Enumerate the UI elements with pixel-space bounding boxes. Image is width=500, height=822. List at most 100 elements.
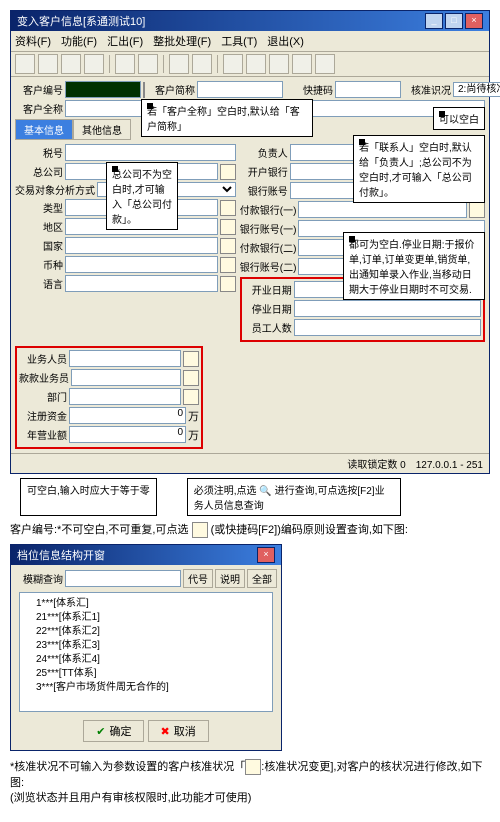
col-a-btn[interactable]: 代号 xyxy=(183,569,213,588)
status-label: 核准识况 xyxy=(403,82,451,97)
toolbar-btn[interactable] xyxy=(15,54,35,74)
toolbar-btn[interactable] xyxy=(246,54,266,74)
toolbar-btn[interactable] xyxy=(84,54,104,74)
lock-label: 读取锁定数 xyxy=(347,460,397,471)
tree-item[interactable]: 25***[TT体系] xyxy=(24,667,268,681)
status-change-icon xyxy=(245,759,261,775)
lookup-icon[interactable] xyxy=(220,164,236,180)
lookup-icon[interactable] xyxy=(220,257,236,273)
toolbar-btn[interactable] xyxy=(223,54,243,74)
statusbar: 读取锁定数 0 127.0.0.1 - 251 xyxy=(11,453,489,473)
menu-func[interactable]: 功能(F) xyxy=(61,33,97,49)
quickcode-input[interactable] xyxy=(335,81,401,98)
txbal-label: 交易对象分析方式 xyxy=(15,182,95,197)
cust-full-label: 客户全称 xyxy=(15,101,63,116)
collector-input[interactable] xyxy=(71,369,181,386)
menu-file[interactable]: 资料(F) xyxy=(15,33,51,49)
tree-item[interactable]: 24***[体系汇4] xyxy=(24,653,268,667)
cancel-icon[interactable] xyxy=(192,54,212,74)
dept-input[interactable] xyxy=(69,388,181,405)
tax-input[interactable] xyxy=(65,144,236,161)
lookup-icon[interactable] xyxy=(143,82,145,98)
toolbar-btn[interactable] xyxy=(269,54,289,74)
code-tree[interactable]: 1***[体系汇] 21***[体系汇1] 22***[体系汇2] 23***[… xyxy=(19,592,273,712)
save-icon[interactable] xyxy=(169,54,189,74)
nation-label: 国家 xyxy=(15,238,63,253)
callout-hq: 总公司不为空白时,才可输入「总公司付款」。 xyxy=(106,162,178,230)
menu-export[interactable]: 汇出(F) xyxy=(107,33,143,49)
tree-item[interactable]: 1***[体系汇] xyxy=(24,597,268,611)
main-window: 变入客户信息[系通测试10] _ □ × 资料(F) 功能(F) 汇出(F) 整… xyxy=(10,10,490,474)
window-titlebar: 变入客户信息[系通测试10] _ □ × xyxy=(11,11,489,31)
tree-item[interactable]: 21***[体系汇1] xyxy=(24,611,268,625)
callout-gte-zero: 可空白,输入时应大于等于零 xyxy=(20,478,157,516)
search-input[interactable] xyxy=(65,570,181,587)
cust-abbr-input[interactable] xyxy=(197,81,283,98)
reg-input[interactable]: 0 xyxy=(69,407,186,424)
unit-label: 万 xyxy=(188,427,199,443)
toolbar-btn[interactable] xyxy=(61,54,81,74)
annual-label: 年营业额 xyxy=(19,427,67,442)
close-icon[interactable]: × xyxy=(257,547,275,563)
tab-other[interactable]: 其他信息 xyxy=(73,119,131,140)
quickcode-label: 快捷码 xyxy=(285,82,333,97)
lookup-icon[interactable] xyxy=(469,202,485,218)
tree-item[interactable]: 3***[客户市场货件周无合作的] xyxy=(24,681,268,695)
nation-input[interactable] xyxy=(65,237,218,254)
contact-label: 负责人 xyxy=(240,145,288,160)
lookup-icon[interactable] xyxy=(220,238,236,254)
cust-no-label: 客户编号 xyxy=(15,82,63,97)
close-icon[interactable]: × xyxy=(465,13,483,29)
callout-blank-ok: 可以空白 xyxy=(433,107,485,130)
toolbar-btn[interactable] xyxy=(315,54,335,74)
person-icon[interactable] xyxy=(183,351,199,367)
cust-abbr-label: 客户简称 xyxy=(147,82,195,97)
sales-label: 业务人员 xyxy=(19,351,67,366)
enddate-input[interactable] xyxy=(294,300,481,317)
minimize-icon[interactable]: _ xyxy=(425,13,443,29)
toolbar xyxy=(11,52,489,77)
lookup-icon[interactable] xyxy=(183,389,199,405)
emp-label: 员工人数 xyxy=(244,320,292,335)
lookup-icon[interactable] xyxy=(220,219,236,235)
tip-cust-no: 客户编号:*不可空白,不可重复,可点选 (或快捷码[F2])编码原则设置查询,如… xyxy=(10,522,490,538)
emp-input[interactable] xyxy=(294,319,481,336)
hq-label: 总公司 xyxy=(15,164,63,179)
tree-item[interactable]: 22***[体系汇2] xyxy=(24,625,268,639)
status-select[interactable]: 2:尚待核准 xyxy=(453,82,500,97)
maximize-icon[interactable]: □ xyxy=(445,13,463,29)
curr-input[interactable] xyxy=(65,256,218,273)
all-btn[interactable]: 全部 xyxy=(247,569,277,588)
toolbar-btn[interactable] xyxy=(38,54,58,74)
tree-item[interactable]: 23***[体系汇3] xyxy=(24,639,268,653)
window-title: 变入客户信息[系通测试10] xyxy=(17,13,145,29)
startdate-label: 开业日期 xyxy=(244,282,292,297)
toolbar-btn[interactable] xyxy=(292,54,312,74)
menu-exit[interactable]: 退出(X) xyxy=(267,33,304,49)
code-struct-dialog: 档位信息结构开窗 × 模糊查询 代号 说明 全部 1***[体系汇] 21***… xyxy=(10,544,282,751)
person-icon[interactable] xyxy=(183,370,199,386)
tab-basic[interactable]: 基本信息 xyxy=(15,119,73,140)
acct-label: 银行账号 xyxy=(240,183,288,198)
sales-input[interactable] xyxy=(69,350,181,367)
annual-input[interactable]: 0 xyxy=(69,426,186,443)
paybank1-input[interactable] xyxy=(298,201,467,218)
paybank2-label: 付款银行(二) xyxy=(240,240,297,255)
callout-f2: 必须注明,点选 🔍 进行查询,可点选按[F2]业务人员信息查询 xyxy=(187,478,401,516)
bankacct2-label: 银行账号(二) xyxy=(240,259,297,274)
ok-button[interactable]: ✔确定 xyxy=(83,720,144,742)
unit-label: 万 xyxy=(188,408,199,424)
menu-tools[interactable]: 工具(T) xyxy=(221,33,257,49)
col-b-btn[interactable]: 说明 xyxy=(215,569,245,588)
dialog-title: 档位信息结构开窗 xyxy=(17,547,105,563)
next-icon[interactable] xyxy=(138,54,158,74)
lookup-icon[interactable] xyxy=(220,200,236,216)
prev-icon[interactable] xyxy=(115,54,135,74)
lookup-icon[interactable] xyxy=(220,276,236,292)
menu-batch[interactable]: 整批处理(F) xyxy=(153,33,211,49)
cancel-button[interactable]: ✖取消 xyxy=(148,720,209,742)
lang-input[interactable] xyxy=(65,275,218,292)
paybank1-label: 付款银行(一) xyxy=(240,202,297,217)
curr-label: 币种 xyxy=(15,257,63,272)
cust-no-input[interactable] xyxy=(65,81,141,98)
